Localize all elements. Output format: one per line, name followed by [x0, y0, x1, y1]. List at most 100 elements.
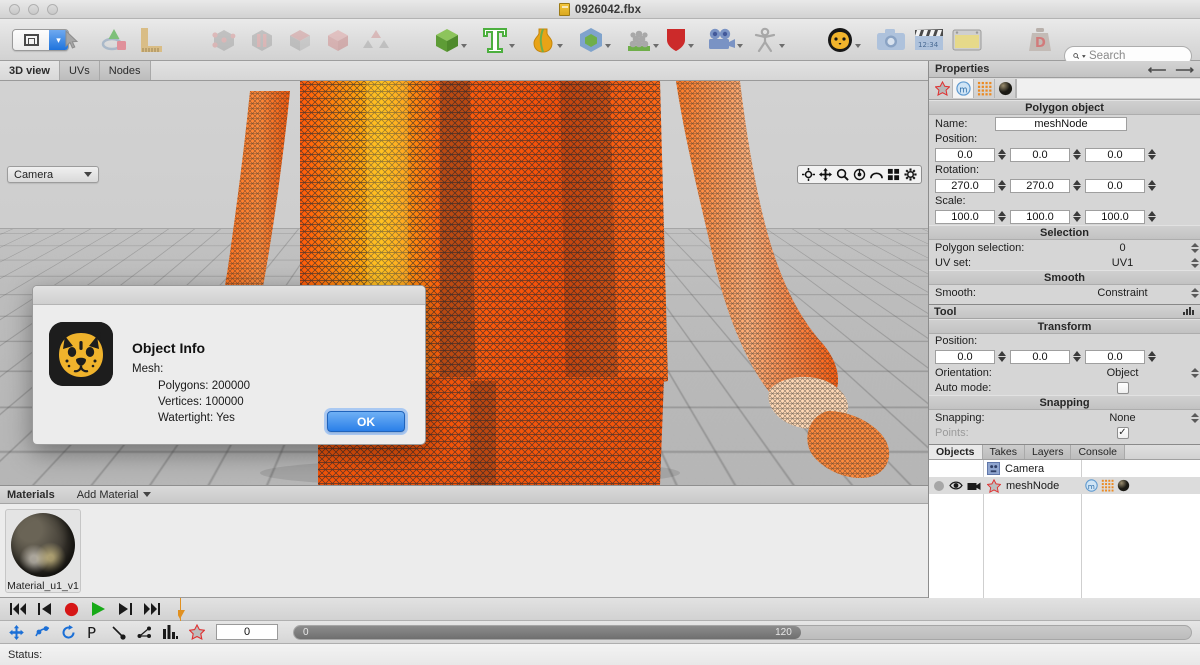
viewport-nav-toolbar[interactable] — [797, 165, 922, 184]
current-frame-input[interactable]: 0 — [216, 624, 278, 640]
material-item[interactable]: Material_u1_v1 — [5, 509, 81, 593]
render-toggle-icon[interactable] — [933, 480, 945, 492]
timeline-range-scroller[interactable]: 0 120 — [293, 624, 1192, 640]
name-input[interactable]: meshNode — [995, 116, 1127, 131]
camera-view-icon[interactable] — [967, 481, 981, 491]
play-triangle-icon[interactable] — [91, 602, 106, 616]
grid-quad-icon[interactable] — [887, 168, 900, 181]
tab-layers[interactable]: Layers — [1024, 445, 1072, 459]
chevron-down-icon[interactable] — [855, 44, 861, 48]
timeline-playhead[interactable] — [178, 597, 185, 621]
uv-tab[interactable] — [974, 79, 995, 98]
select-tool[interactable] — [64, 24, 79, 56]
zoom-button[interactable] — [47, 3, 58, 15]
render-settings-button[interactable] — [952, 24, 982, 56]
magnifier-icon[interactable] — [836, 168, 849, 181]
rotation-b-stepper[interactable] — [1147, 178, 1157, 193]
render-animation-button[interactable]: 12:34 — [914, 24, 944, 56]
component-mode[interactable] — [362, 24, 390, 56]
close-button[interactable] — [9, 3, 20, 15]
points-checkbox[interactable]: ✓ — [1116, 426, 1129, 439]
tab-nodes[interactable]: Nodes — [99, 61, 151, 80]
gear-icon[interactable] — [904, 168, 917, 181]
chevron-down-icon[interactable] — [84, 172, 92, 177]
point-mode[interactable] — [210, 24, 238, 56]
orbit-icon[interactable] — [802, 168, 815, 181]
blue-keyframe-icon[interactable] — [35, 625, 50, 639]
scale-z-stepper[interactable] — [1147, 209, 1157, 224]
add-dynamics-button[interactable] — [665, 24, 694, 56]
p-letter-icon[interactable]: P — [87, 625, 100, 640]
node-graph-icon[interactable] — [137, 625, 152, 640]
visibility-eye-icon[interactable] — [949, 480, 963, 491]
chevron-down-icon[interactable] — [461, 44, 467, 48]
tool-position-z-stepper[interactable] — [1147, 349, 1157, 364]
timeline-ruler[interactable] — [178, 597, 1200, 621]
meshnode-row-tags[interactable]: m — [1081, 479, 1200, 492]
material-sphere-tag-icon[interactable] — [1117, 479, 1130, 492]
add-primitive-button[interactable] — [434, 24, 467, 56]
snapping-value[interactable]: None — [1059, 412, 1186, 424]
tab-uvs[interactable]: UVs — [59, 61, 100, 80]
object-browser[interactable]: Camera meshNode m — [929, 460, 1200, 598]
skip-back-icon[interactable] — [10, 603, 26, 615]
render-tab[interactable] — [995, 79, 1016, 98]
position-y-stepper[interactable] — [1072, 147, 1082, 162]
rotation-p-stepper[interactable] — [1072, 178, 1082, 193]
arrow-right-icon[interactable]: ⟶ — [1175, 63, 1194, 76]
auto-mode-checkbox[interactable] — [1116, 381, 1129, 394]
rotation-b-input[interactable]: 0.0 — [1085, 178, 1145, 193]
cheetah-menu-button[interactable] — [826, 24, 861, 56]
tool-position-x-stepper[interactable] — [997, 349, 1007, 364]
add-lathe-button[interactable] — [530, 24, 563, 56]
tool-position-y-stepper[interactable] — [1072, 349, 1082, 364]
arc-icon[interactable] — [870, 168, 883, 181]
orientation-value[interactable]: Object — [1059, 367, 1186, 379]
edge-mode[interactable] — [248, 24, 276, 56]
chevron-down-icon[interactable] — [557, 44, 563, 48]
tool-position-z-input[interactable]: 0.0 — [1085, 349, 1145, 364]
chevron-down-icon[interactable] — [688, 44, 694, 48]
chevron-down-icon[interactable] — [737, 44, 743, 48]
polygon-selection-stepper[interactable] — [1190, 240, 1200, 255]
rotate-target-icon[interactable] — [853, 168, 866, 181]
tab-takes[interactable]: Takes — [982, 445, 1025, 459]
add-particles-button[interactable] — [626, 24, 659, 56]
chevron-down-icon[interactable] — [779, 44, 785, 48]
step-forward-icon[interactable] — [118, 603, 132, 615]
smooth-stepper[interactable] — [1190, 286, 1200, 301]
uv-set-stepper[interactable] — [1190, 255, 1200, 270]
scale-z-input[interactable]: 100.0 — [1085, 209, 1145, 224]
tab-objects[interactable]: Objects — [929, 445, 983, 459]
orange-grid-tag-icon[interactable] — [1101, 479, 1114, 492]
transport-controls[interactable] — [0, 602, 178, 617]
tab-console[interactable]: Console — [1071, 445, 1125, 459]
position-x-stepper[interactable] — [997, 147, 1007, 162]
dynamics-tool-button[interactable]: D — [1026, 24, 1054, 56]
move-tool[interactable] — [100, 24, 130, 56]
bar-chart-icon[interactable] — [163, 625, 178, 639]
chevron-down-icon[interactable] — [143, 492, 152, 497]
blue-loop-arrow-icon[interactable] — [61, 624, 76, 640]
position-y-input[interactable]: 0.0 — [1010, 147, 1070, 162]
red-star-object-icon[interactable] — [189, 624, 205, 640]
rotation-h-input[interactable]: 270.0 — [935, 178, 995, 193]
position-z-input[interactable]: 0.0 — [1085, 147, 1145, 162]
measure-tool[interactable] — [136, 24, 164, 56]
tool-position-y-input[interactable]: 0.0 — [1010, 349, 1070, 364]
chevron-down-icon[interactable] — [509, 44, 515, 48]
render-snapshot-button[interactable] — [876, 24, 906, 56]
add-joint-button[interactable] — [752, 24, 785, 56]
snapping-stepper[interactable] — [1190, 410, 1200, 425]
object-tab[interactable] — [932, 79, 953, 98]
tab-3d-view[interactable]: 3D view — [0, 61, 60, 80]
timeline-range-thumb[interactable]: 0 120 — [294, 625, 801, 639]
chevron-down-icon[interactable] — [653, 44, 659, 48]
table-row[interactable]: Camera — [929, 460, 1200, 477]
blue-m-tag-icon[interactable]: m — [1085, 479, 1098, 492]
position-x-input[interactable]: 0.0 — [935, 147, 995, 162]
scale-y-input[interactable]: 100.0 — [1010, 209, 1070, 224]
blue-move-cross-icon[interactable] — [9, 624, 24, 640]
chevron-down-icon[interactable] — [605, 44, 611, 48]
scale-y-stepper[interactable] — [1072, 209, 1082, 224]
